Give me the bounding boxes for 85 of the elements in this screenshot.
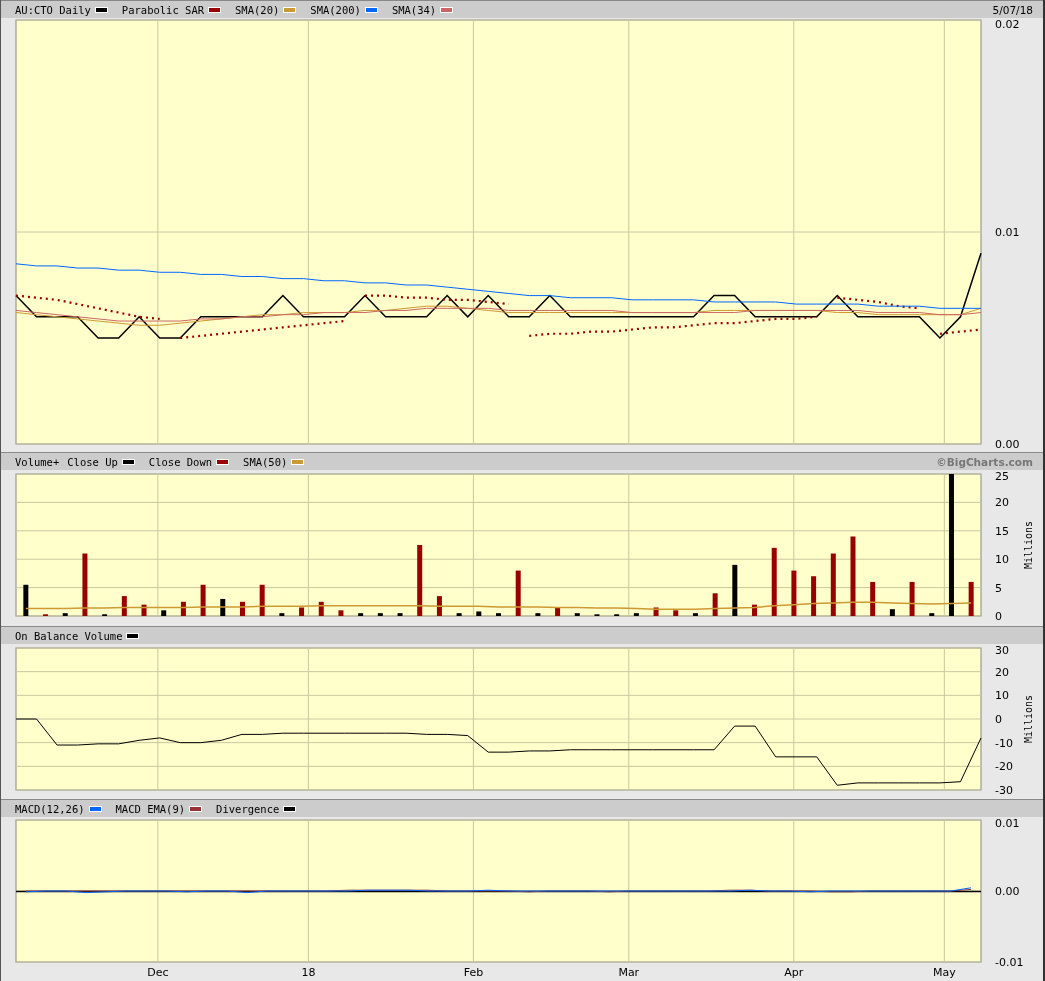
- legend-label: MACD EMA(9): [115, 802, 186, 815]
- axis-tick-label: 0: [995, 610, 1002, 623]
- legend-label: SMA(34): [391, 3, 437, 16]
- volume-bar: [259, 584, 265, 616]
- volume-bar: [909, 581, 915, 616]
- axis-tick-label: 5: [995, 581, 1002, 595]
- volume-bar: [23, 584, 29, 616]
- axis-tick-label: -30: [995, 784, 1013, 797]
- axis-title: Millions: [1023, 694, 1034, 744]
- legend-label: AU:CTO Daily: [15, 3, 91, 16]
- legend-label: SMA(50): [243, 455, 288, 468]
- date-label: 5/07/18: [992, 3, 1033, 16]
- copyright-note: ©BigCharts.com: [936, 455, 1033, 468]
- volume-bar: [299, 607, 305, 616]
- axis-tick-label: 0.01: [995, 817, 1020, 830]
- volume-bar: [555, 607, 561, 616]
- volume-bar: [692, 613, 698, 616]
- axis-tick-label: 0.00: [995, 885, 1020, 898]
- volume-bar: [653, 607, 659, 616]
- legend-label: Close Up: [67, 455, 118, 468]
- axis-tick-label: Apr: [784, 966, 804, 979]
- axis-tick-label: -20: [995, 760, 1013, 774]
- volume-bar: [811, 576, 817, 616]
- legend-label: SMA(20): [235, 3, 280, 16]
- legend-label: SMA(200): [310, 3, 361, 16]
- axis-tick-label: 30: [995, 644, 1009, 657]
- volume-bar: [338, 610, 344, 616]
- axis-tick-label: 25: [995, 470, 1009, 483]
- axis-tick-label: 15: [995, 524, 1009, 538]
- volume-bar: [82, 553, 88, 616]
- volume-bar: [220, 598, 226, 616]
- volume-bar: [732, 564, 738, 616]
- legend-label: Parabolic SAR: [121, 3, 205, 16]
- volume-bar: [161, 610, 167, 616]
- volume-bar: [436, 596, 442, 616]
- axis-tick-label: Feb: [463, 966, 484, 979]
- axis-tick-label: -10: [995, 736, 1013, 750]
- legend-label: On Balance Volume: [15, 629, 123, 642]
- axis-tick-label: 20: [995, 496, 1009, 510]
- axis-tick-label: 20: [995, 665, 1009, 679]
- volume-bar: [397, 613, 403, 616]
- volume-bar: [417, 545, 423, 616]
- legend-title: Volume+: [15, 455, 60, 468]
- volume-bar: [456, 613, 462, 616]
- axis-tick-label: -0.01: [995, 956, 1024, 969]
- legend-label: MACD(12,26): [15, 802, 85, 815]
- volume-bar: [121, 596, 127, 616]
- axis-tick-label: 0: [995, 713, 1002, 726]
- volume-bar: [889, 609, 895, 616]
- axis-tick-label: May: [932, 966, 956, 979]
- legend-label: Close Down: [148, 455, 213, 468]
- volume-bar: [377, 613, 383, 616]
- volume-bar: [633, 613, 639, 616]
- volume-bar: [791, 570, 797, 616]
- volume-bar: [712, 593, 718, 616]
- volume-bar: [515, 570, 521, 616]
- volume-bar: [574, 613, 580, 616]
- axis-tick-label: 18: [301, 966, 316, 979]
- volume-bar: [62, 613, 68, 616]
- volume-bar: [535, 613, 541, 616]
- axis-tick-label: 10: [995, 689, 1009, 703]
- legend-label: Divergence: [216, 802, 280, 815]
- axis-tick-label: 0.00: [995, 438, 1020, 451]
- volume-bar: [240, 601, 245, 616]
- volume-bar: [200, 584, 206, 616]
- axis-tick-label: 0.02: [995, 18, 1020, 31]
- volume-bar: [968, 581, 974, 616]
- volume-bar: [830, 553, 836, 616]
- axis-tick-label: 0.01: [995, 226, 1020, 239]
- volume-bar: [318, 601, 324, 616]
- axis-title: Millions: [1023, 520, 1034, 570]
- volume-bar: [752, 604, 757, 616]
- axis-tick-label: 10: [995, 553, 1009, 567]
- volume-bar: [496, 613, 501, 616]
- axis-tick-label: Mar: [618, 966, 640, 979]
- volume-bar: [870, 581, 876, 616]
- volume-bar: [673, 610, 679, 616]
- volume-bar: [141, 604, 147, 616]
- volume-bar: [771, 547, 777, 616]
- volume-bar: [180, 601, 186, 616]
- volume-bar: [929, 613, 935, 616]
- volume-bar: [476, 611, 482, 616]
- volume-bar: [358, 613, 364, 616]
- axis-tick-label: Dec: [147, 966, 169, 979]
- volume-bar: [279, 613, 285, 616]
